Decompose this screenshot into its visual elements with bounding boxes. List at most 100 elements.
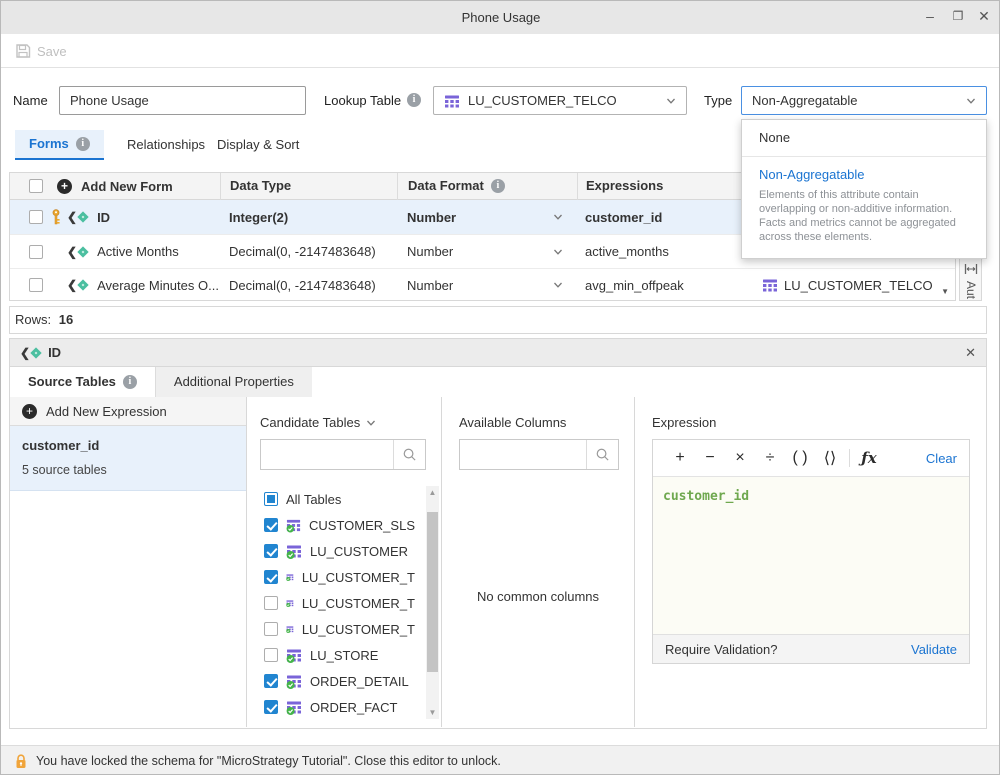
scroll-up-icon[interactable]: ▲	[426, 486, 439, 499]
lookup-table-select[interactable]: LU_CUSTOMER_TELCO	[433, 86, 687, 115]
list-item[interactable]: ORDER_DETAIL	[247, 668, 415, 694]
chevron-down-icon	[366, 418, 376, 428]
attribute-form-icon: ❮	[67, 210, 87, 224]
chevron-down-icon[interactable]	[553, 280, 563, 290]
form-name: Average Minutes O...	[97, 278, 219, 293]
minimize-icon[interactable]: –	[917, 1, 943, 34]
forms-info-icon[interactable]: i	[76, 137, 90, 151]
table-checkbox[interactable]	[264, 570, 278, 584]
form-expression: active_months	[577, 244, 762, 259]
detail-close-icon[interactable]: ✕	[965, 345, 976, 361]
type-dropdown-menu: None Non-Aggregatable Elements of this a…	[741, 119, 987, 259]
name-input[interactable]	[59, 86, 306, 115]
expression-editor[interactable]: customer_id	[653, 477, 969, 634]
tab-additional-properties[interactable]: Additional Properties	[156, 367, 312, 397]
main-toolbar: Save	[1, 34, 1000, 68]
type-select[interactable]: Non-Aggregatable	[741, 86, 987, 115]
toolbar-divider	[849, 449, 850, 467]
scrollbar-thumb[interactable]	[427, 512, 438, 672]
chevron-down-icon	[666, 96, 676, 106]
source-tables-info-icon[interactable]: i	[123, 375, 137, 389]
data-format-info-icon[interactable]: i	[491, 179, 505, 193]
attribute-form-icon: ❮	[67, 278, 87, 292]
save-button[interactable]: Save	[15, 41, 67, 61]
table-checkbox[interactable]	[264, 648, 278, 662]
brackets-button[interactable]: ⟨⟩	[815, 448, 845, 468]
candidate-search-input[interactable]	[261, 440, 393, 469]
select-all-checkbox[interactable]	[29, 179, 43, 193]
table-checkbox[interactable]	[264, 700, 278, 714]
row-checkbox[interactable]	[29, 245, 43, 259]
option-non-aggregatable-label: Non-Aggregatable	[759, 167, 970, 182]
detail-panel-header: ❮ ID ✕	[9, 338, 987, 367]
chevron-down-icon[interactable]	[553, 247, 563, 257]
table-icon	[762, 277, 778, 293]
tab-forms[interactable]: Forms i	[15, 130, 104, 160]
table-checkbox[interactable]	[264, 518, 278, 532]
add-new-expression-button[interactable]: + Add New Expression	[10, 397, 246, 426]
table-name: ORDER_DETAIL	[310, 674, 409, 689]
list-item[interactable]: LU_CUSTOMER_T	[247, 616, 415, 642]
candidate-scrollbar[interactable]: ▲ ▼	[426, 486, 439, 719]
candidate-search	[260, 439, 426, 470]
table-row[interactable]: ❮ Average Minutes O... Decimal(0, -21474…	[10, 268, 955, 301]
require-validation-label: Require Validation?	[665, 642, 778, 657]
lookup-table-label: Lookup Table	[324, 93, 401, 108]
table-check-icon	[286, 699, 302, 715]
tab-source-tables[interactable]: Source Tables i	[10, 367, 156, 397]
table-checkbox[interactable]	[264, 544, 278, 558]
table-checkbox[interactable]	[264, 596, 278, 610]
option-non-aggregatable[interactable]: Non-Aggregatable Elements of this attrib…	[742, 157, 986, 258]
list-item[interactable]: LU_CUSTOMER_T	[247, 564, 415, 590]
row-checkbox[interactable]	[29, 278, 43, 292]
columns-search-input[interactable]	[460, 440, 586, 469]
list-item[interactable]: ORDER_FACT	[247, 694, 415, 720]
lookup-info-icon[interactable]: i	[407, 93, 421, 107]
add-new-form-label[interactable]: Add New Form	[81, 179, 173, 194]
plus-operator-button[interactable]: +	[665, 449, 695, 467]
validate-link[interactable]: Validate	[911, 642, 957, 657]
candidate-tables-dropdown[interactable]: Candidate Tables	[260, 415, 376, 430]
form-data-format: Number	[407, 278, 553, 293]
clear-link[interactable]: Clear	[926, 451, 957, 466]
table-checkbox[interactable]	[264, 674, 278, 688]
form-data-type: Integer(2)	[220, 210, 397, 225]
list-item[interactable]: All Tables	[247, 486, 415, 512]
add-form-icon[interactable]: +	[57, 179, 72, 194]
function-button[interactable]: ƒx	[854, 449, 884, 467]
maximize-icon[interactable]: ❐	[945, 1, 971, 34]
table-checkbox[interactable]	[264, 492, 278, 506]
search-button[interactable]	[586, 440, 618, 469]
search-button[interactable]	[393, 440, 425, 469]
parentheses-button[interactable]: ( )	[785, 449, 815, 467]
chevron-down-icon[interactable]	[553, 212, 563, 222]
table-scroll-down-icon[interactable]: ▼	[941, 287, 949, 296]
multiply-operator-button[interactable]: ×	[725, 449, 755, 467]
list-item[interactable]: LU_CUSTOMER	[247, 538, 415, 564]
table-checkbox[interactable]	[264, 622, 278, 636]
close-icon[interactable]: ✕	[971, 1, 997, 34]
table-check-icon	[286, 517, 301, 533]
list-item[interactable]: CUSTOMER_SLS	[247, 512, 415, 538]
no-common-columns-message: No common columns	[442, 589, 634, 604]
option-none[interactable]: None	[742, 120, 986, 156]
table-check-icon	[286, 673, 302, 689]
save-icon	[15, 43, 31, 59]
available-columns-panel: Available Columns No common columns	[442, 397, 635, 727]
row-checkbox[interactable]	[29, 210, 43, 224]
tab-display-sort[interactable]: Display & Sort	[203, 130, 313, 160]
window-title: Phone Usage	[1, 1, 1000, 34]
lookup-table-value: LU_CUSTOMER_TELCO	[468, 93, 658, 108]
rows-count-bar: Rows: 16	[9, 306, 987, 334]
minus-operator-button[interactable]: −	[695, 449, 725, 467]
column-width-icon[interactable]	[964, 263, 978, 275]
table-check-icon	[286, 543, 302, 559]
tab-forms-label: Forms	[29, 130, 69, 158]
expression-item-name: customer_id	[22, 438, 234, 453]
expression-list-item[interactable]: customer_id 5 source tables	[10, 426, 246, 491]
divide-operator-button[interactable]: ÷	[755, 449, 785, 467]
scroll-down-icon[interactable]: ▼	[426, 706, 439, 719]
table-name: All Tables	[286, 492, 341, 507]
list-item[interactable]: LU_STORE	[247, 642, 415, 668]
list-item[interactable]: LU_CUSTOMER_T	[247, 590, 415, 616]
